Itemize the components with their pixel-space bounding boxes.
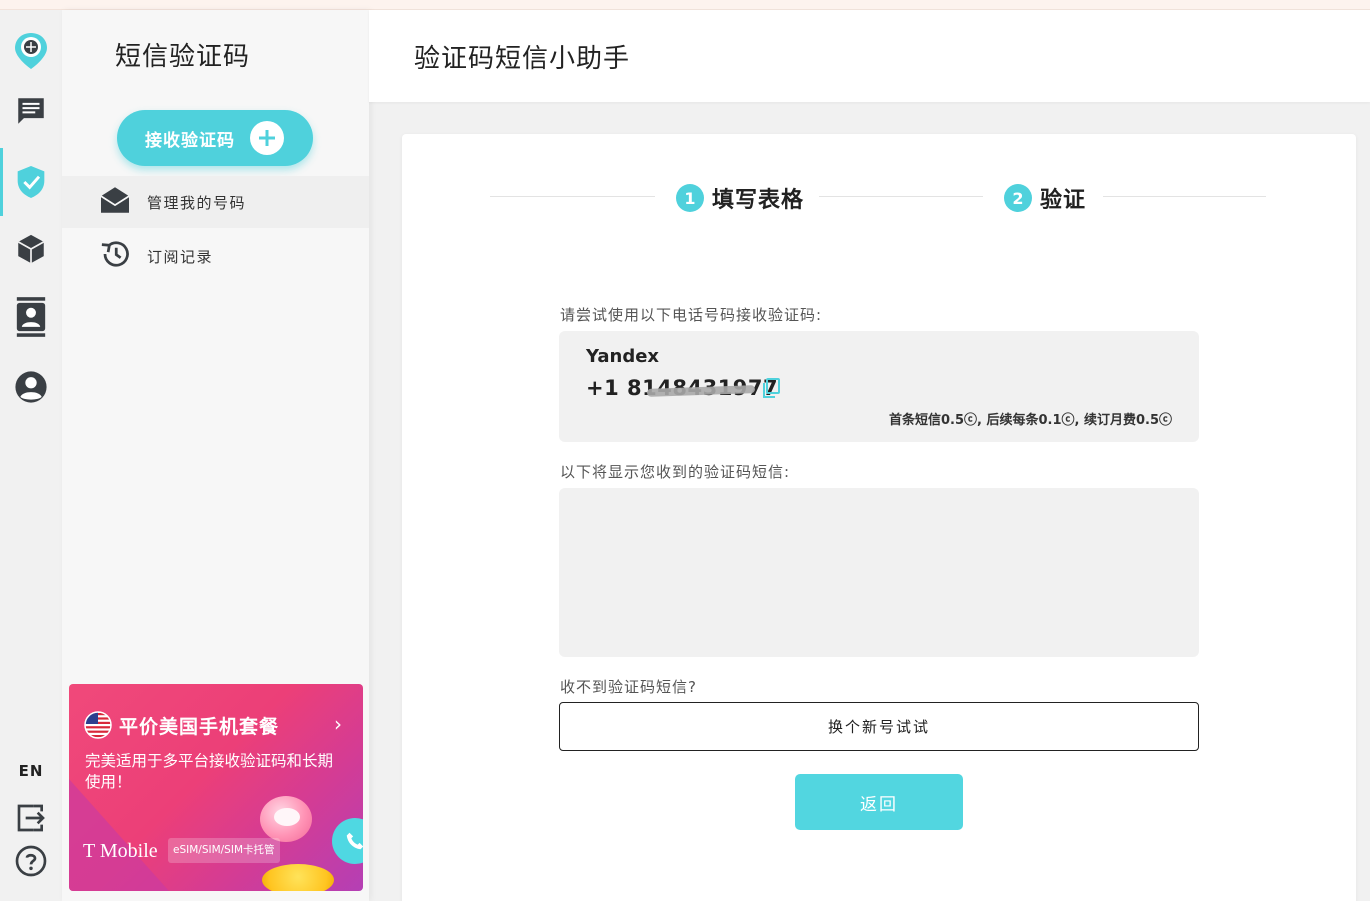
promo-banner[interactable]: 平价美国手机套餐 › 完美适用于多平台接收验证码和长期使用！ T Mobile … <box>69 684 363 891</box>
sidebar-item-subscriptions[interactable]: 订阅记录 <box>62 230 369 282</box>
verification-card: 1 填写表格 2 验证 请尝试使用以下电话号码接收验证码: Yandex +1 … <box>402 134 1356 901</box>
try-new-number-button[interactable]: 换个新号试试 <box>559 702 1199 751</box>
history-icon <box>99 239 131 273</box>
plus-icon <box>250 121 284 155</box>
phone-number-box: Yandex +1 8148431977 首条短信0.5ⓒ, 后续每条0.1ⓒ,… <box>559 331 1199 442</box>
step-divider <box>490 196 655 197</box>
phone-prompt: 请尝试使用以下电话号码接收验证码: <box>560 306 823 324</box>
sidebar-item-manage-numbers[interactable]: 管理我的号码 <box>62 176 369 228</box>
page-header: 验证码短信小助手 <box>369 10 1370 102</box>
step-number: 2 <box>1004 184 1032 212</box>
promo-description: 完美适用于多平台接收验证码和长期使用！ <box>85 752 334 791</box>
promo-tag: eSIM/SIM/SIM卡托管 <box>168 838 280 863</box>
language-toggle[interactable]: EN <box>0 762 62 780</box>
chat-bubble-inner <box>274 808 300 826</box>
step-label: 验证 <box>1040 188 1087 213</box>
receive-code-button[interactable]: 接收验证码 <box>117 110 313 166</box>
shield-check-icon[interactable] <box>0 148 62 216</box>
sms-prompt: 以下将显示您收到的验证码短信: <box>560 463 791 481</box>
icon-rail: EN <box>0 10 62 901</box>
step-1: 1 填写表格 <box>676 182 804 214</box>
sidebar-title: 短信验证码 <box>115 42 251 72</box>
step-divider <box>819 196 983 197</box>
top-strip <box>0 0 1370 10</box>
step-label: 填写表格 <box>712 188 805 213</box>
account-icon[interactable] <box>0 358 62 416</box>
message-icon[interactable] <box>0 82 62 140</box>
service-name: Yandex <box>586 346 660 367</box>
promo-decoration <box>69 779 169 891</box>
coin-graphic <box>262 864 334 891</box>
sidebar-item-label: 订阅记录 <box>147 247 214 266</box>
receive-code-label: 接收验证码 <box>145 130 235 151</box>
contacts-icon[interactable] <box>0 288 62 346</box>
box-icon[interactable] <box>0 220 62 278</box>
sidebar: 短信验证码 接收验证码 管理我的号码 订阅记录 平价美国手机套餐 › 完美适用于… <box>62 10 369 901</box>
copy-icon[interactable] <box>760 377 782 405</box>
step-divider <box>1103 196 1266 197</box>
envelope-open-icon <box>99 186 131 218</box>
phone-icon <box>332 818 363 864</box>
step-2: 2 验证 <box>1004 182 1086 214</box>
pricing-info: 首条短信0.5ⓒ, 后续每条0.1ⓒ, 续订月费0.5ⓒ <box>888 413 1172 428</box>
help-icon[interactable] <box>0 832 62 890</box>
location-pin-logo-icon[interactable] <box>0 22 62 80</box>
sidebar-item-label: 管理我的号码 <box>147 193 247 212</box>
back-button[interactable]: 返回 <box>795 774 963 830</box>
sms-display-box <box>559 488 1199 657</box>
chevron-right-icon: › <box>334 712 342 736</box>
us-flag-icon <box>84 711 112 743</box>
promo-brand-logo: T Mobile <box>83 840 158 862</box>
step-number: 1 <box>676 184 704 212</box>
no-sms-prompt: 收不到验证码短信? <box>560 678 697 696</box>
page-title: 验证码短信小助手 <box>414 44 631 74</box>
promo-title: 平价美国手机套餐 <box>119 716 280 738</box>
